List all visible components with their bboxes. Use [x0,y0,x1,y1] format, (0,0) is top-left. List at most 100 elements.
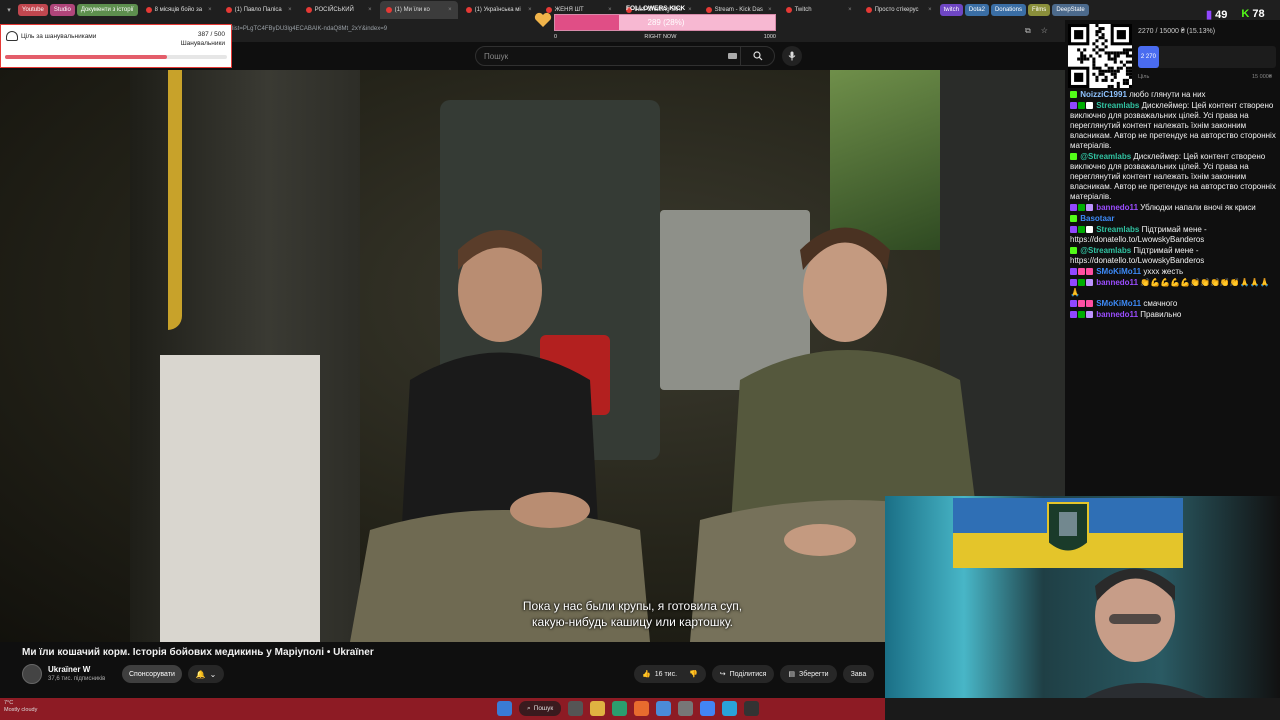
weather-widget[interactable]: 7°C Mostly cloudy [4,700,37,714]
tab-menu-icon[interactable]: ▾ [2,3,16,17]
bookmark-pill[interactable]: Films [1027,4,1051,16]
donation-goal-text: 2270 / 15000 ₴ (15.13%) [1138,28,1216,35]
more-button[interactable]: Зава [842,665,875,683]
chat-message: @Streamlabs Підтримай мене - https://don… [1070,246,1278,266]
windows-start-icon[interactable] [497,701,512,716]
thumbs-down-icon[interactable]: 👎 [689,670,698,678]
save-button[interactable]: ▤ Зберегти [780,665,837,683]
chrome-icon[interactable] [700,701,716,716]
obs-icon[interactable] [744,701,760,716]
chat-message: NoizziC1991 любо глянути на них [1070,90,1278,100]
bookmark-pill[interactable]: twitch [939,4,963,16]
cast-icon[interactable]: ⧉ [1025,26,1031,36]
file-explorer-icon[interactable] [590,701,606,716]
firefox-icon[interactable] [634,701,650,716]
bookmark-pill[interactable]: Dota2 [964,4,989,16]
channel-name[interactable]: Ukraїner W [48,665,90,674]
chat-username[interactable]: SMoKiMo11 [1094,267,1143,276]
sponsor-button[interactable]: Спонсорувати [122,665,182,683]
bookmark-pill[interactable]: Studio [49,4,75,16]
app-icon[interactable] [656,701,672,716]
edge-icon[interactable] [612,701,628,716]
save-icon: ▤ [788,671,796,678]
bookmark-pill[interactable]: DeepState [1052,4,1089,16]
donation-goal-max: 15 000₴ [1252,74,1272,80]
chat-badge-icon [1070,153,1077,161]
search-input[interactable]: Пошук [475,46,775,66]
followers-scale: 0 RIGHT NOW 1000 [554,34,776,40]
browser-tab[interactable]: 8 місяців бойо за × [140,1,218,19]
close-tab-icon[interactable]: × [848,7,852,13]
chat-badge-icon [1078,311,1085,319]
fan-goal-widget: Ціль за шанувальниками 387 / 500 Шанувал… [0,24,232,68]
bell-icon: 🔔 [195,669,206,679]
chat-username[interactable]: Streamlabs [1094,101,1142,110]
save-label: Зберегти [799,670,829,678]
like-button[interactable]: 👍 16 тис. 👎 [634,665,706,683]
twitch-count: 49 [1215,9,1228,21]
close-tab-icon[interactable]: × [368,7,372,13]
search-icon [752,51,762,61]
tab-label: Twitch [794,7,812,13]
bookmark-star-icon[interactable]: ☆ [1041,26,1048,36]
taskbar-search[interactable]: ⌕ Пошук [519,701,562,716]
share-button[interactable]: ↪ Поділитися [711,665,775,683]
chat-username[interactable]: bannedo11 [1094,310,1140,319]
close-tab-icon[interactable]: × [288,7,292,13]
chat-message: bannedo11 Ублюдки напали вночі як криси [1070,203,1278,213]
chat-badge-icon [1070,300,1077,308]
bookmark-pill[interactable]: Donations [990,4,1026,16]
followers-title: FOLLOWERS KICK [626,5,686,12]
taskbar-search-label: Пошук [533,705,554,712]
chat-username[interactable]: bannedo11 [1094,278,1140,287]
browser-tab[interactable]: Просто стікерус × [860,1,938,19]
chat-badge-icon [1070,226,1077,234]
tab-favicon-icon [385,7,392,13]
goal-current: 387 / 500 [197,31,225,38]
chat-badge-icon [1086,102,1093,110]
search-icon: ⌕ [527,704,531,712]
close-tab-icon[interactable]: × [928,7,932,13]
chat-badge-icon [1070,268,1077,276]
donation-goal-min: Ціль [1138,74,1150,80]
browser-tab[interactable]: (1) Українська мі × [460,1,538,19]
twitch-viewers: ▮ 49 [1206,8,1227,21]
chat-username[interactable]: Basotaar [1078,214,1114,223]
chat-badge-icon [1070,215,1077,223]
bookmark-pill[interactable]: Документи з історії [76,4,138,16]
keyboard-icon[interactable] [728,53,737,59]
browser-tab[interactable]: РОСІЙСЬКИЙ × [300,1,378,19]
chevron-down-icon: ⌄ [209,669,217,679]
telegram-icon[interactable] [722,701,738,716]
channel-avatar[interactable] [22,664,42,684]
chat-badge-icon [1078,300,1085,308]
viewer-stats: ▮ 49 K 78 [1206,8,1265,21]
task-view-icon[interactable] [568,701,584,716]
browser-tab[interactable]: Twitch × [780,1,858,19]
bookmark-pill[interactable]: Youtube [18,4,48,16]
chat-username[interactable]: Streamlabs [1094,225,1142,234]
browser-tab[interactable]: (1) Ми їли ко × [379,1,458,19]
channel-subscribers: 37,6 тис. підписників [48,676,106,682]
followers-min: 0 [554,34,558,40]
chat-badge-icon [1086,268,1093,276]
cloud-icon [6,31,18,41]
search-button[interactable] [740,47,774,65]
close-tab-icon[interactable]: × [448,7,452,13]
browser-tab[interactable]: (1) Павло Паліса × [220,1,298,19]
chat-username[interactable]: bannedo11 [1094,203,1140,212]
chat-username[interactable]: NoizziC1991 [1078,90,1129,99]
close-tab-icon[interactable]: × [208,7,212,13]
chat-username[interactable]: @Streamlabs [1078,152,1133,161]
chat-username[interactable]: SMoKiMo11 [1094,299,1143,308]
app-icon-2[interactable] [678,701,694,716]
tab-label: 8 місяців бойо за [154,7,203,13]
chat-message: @Streamlabs Дисклеймер: Цей контент ство… [1070,152,1278,202]
goal-title: Ціль за шанувальниками [21,33,97,40]
voice-search-button[interactable] [782,46,802,66]
url-text[interactable]: list=PLgTC4FByDU3lg4ECABAIK-ndaQ8Mt_2xY&… [232,26,387,32]
subscription-bell-button[interactable]: 🔔 ⌄ [188,665,224,683]
chat-username[interactable]: @Streamlabs [1078,246,1133,255]
chat-badge-icon [1070,247,1077,255]
more-label: Зава [850,670,867,678]
